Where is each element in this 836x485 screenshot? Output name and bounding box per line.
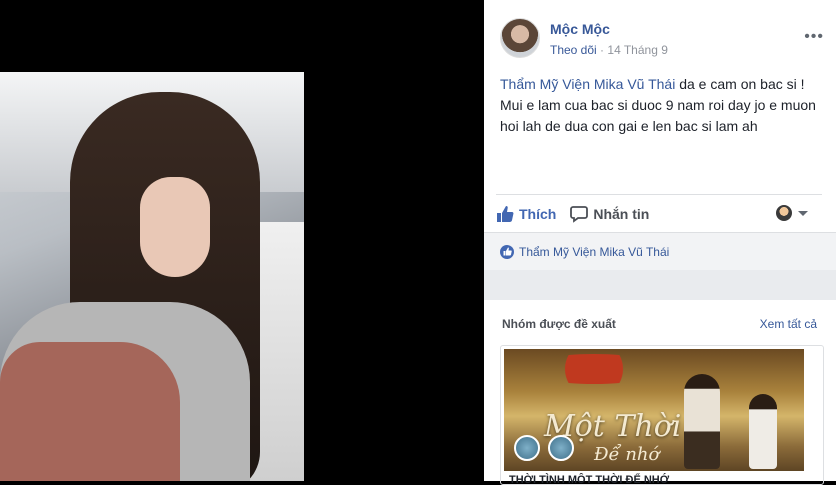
see-all-link[interactable]: Xem tất cả bbox=[760, 317, 817, 331]
more-icon[interactable]: ••• bbox=[804, 28, 824, 46]
group-cover-image: Một Thời Để nhớ bbox=[504, 349, 804, 471]
post-side-panel: Mộc Mộc Theo dõi · 14 Tháng 9 ••• Thẩm M… bbox=[484, 0, 836, 485]
photo-viewer bbox=[0, 0, 484, 481]
follow-link[interactable]: Theo dõi bbox=[550, 43, 597, 57]
photo-dress bbox=[0, 342, 180, 481]
section-separator bbox=[484, 270, 836, 300]
message-button[interactable]: Nhắn tin bbox=[570, 205, 649, 223]
tagged-page-link[interactable]: Thẩm Mỹ Viện Mika Vũ Thái bbox=[500, 76, 675, 92]
photo-face bbox=[140, 177, 210, 277]
post-date[interactable]: 14 Tháng 9 bbox=[607, 43, 668, 57]
member-avatar-1 bbox=[514, 435, 540, 461]
cover-person-man bbox=[684, 374, 720, 469]
post-header: Mộc Mộc Theo dõi · 14 Tháng 9 bbox=[500, 18, 668, 58]
message-label: Nhắn tin bbox=[593, 205, 650, 222]
cover-subtitle: Để nhớ bbox=[594, 444, 660, 465]
like-reaction-icon bbox=[500, 244, 514, 259]
author-name[interactable]: Mộc Mộc bbox=[550, 21, 668, 37]
like-button[interactable]: Thích bbox=[496, 205, 556, 223]
likers-link[interactable]: Thẩm Mỹ Viện Mika Vũ Thái bbox=[519, 245, 669, 259]
group-name[interactable]: THỜI TÌNH MỘT THỜI ĐỂ NHỚ bbox=[509, 474, 669, 484]
cover-person-woman bbox=[749, 394, 777, 469]
post-photo[interactable] bbox=[0, 72, 304, 481]
flower-branch bbox=[524, 354, 664, 384]
author-avatar[interactable] bbox=[500, 18, 540, 58]
post-text: Thẩm Mỹ Viện Mika Vũ Thái da e cam on ba… bbox=[500, 74, 820, 137]
caret-down-icon bbox=[798, 210, 808, 216]
like-label: Thích bbox=[519, 205, 557, 222]
member-avatar-2 bbox=[548, 435, 574, 461]
current-user-avatar bbox=[776, 205, 792, 221]
post-actions: Thích Nhắn tin bbox=[496, 194, 822, 232]
react-as-selector[interactable] bbox=[776, 205, 808, 221]
thumbs-up-icon bbox=[497, 205, 514, 222]
group-card[interactable]: Một Thời Để nhớ THỜI TÌNH MỘT THỜI ĐỂ NH… bbox=[500, 345, 824, 485]
post-meta: Mộc Mộc Theo dõi · 14 Tháng 9 bbox=[550, 18, 668, 58]
post-subline: Theo dõi · 14 Tháng 9 bbox=[550, 43, 668, 57]
suggested-groups-heading: Nhóm được đề xuất bbox=[502, 317, 616, 331]
chat-bubble-icon bbox=[570, 205, 589, 223]
likes-summary: Thẩm Mỹ Viện Mika Vũ Thái bbox=[484, 232, 836, 270]
meta-separator: · bbox=[600, 43, 605, 57]
suggested-groups: Nhóm được đề xuất Xem tất cả Một Thời Để… bbox=[484, 300, 836, 485]
